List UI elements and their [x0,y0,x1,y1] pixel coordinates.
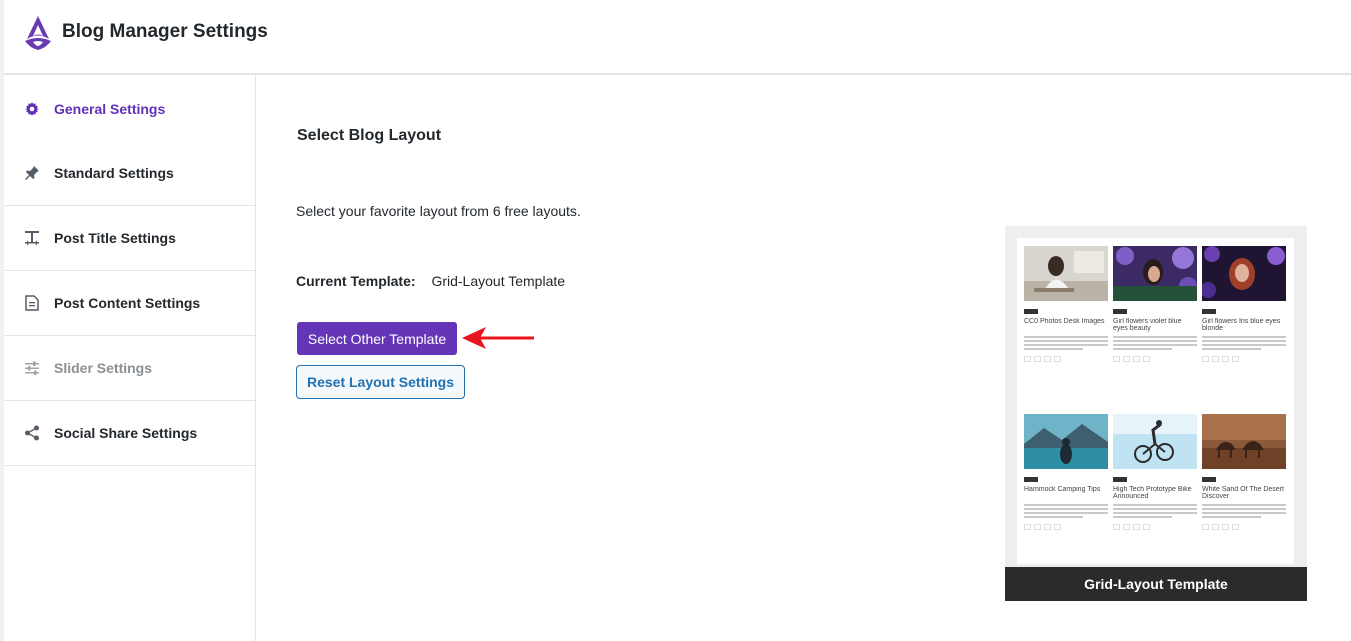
category-badge [1024,477,1038,482]
layout-description: Select your favorite layout from 6 free … [296,203,581,219]
preview-card: Girl flowers violet blue eyes beauty [1113,246,1197,362]
bmx-jump-photo [1113,414,1197,469]
iris-flowers-girl-photo [1200,246,1286,301]
current-template-row: Current Template: Grid-Layout Template [296,273,565,289]
app-logo-icon [25,16,51,50]
share-icon [24,425,40,441]
violet-flowers-girl-photo [1113,246,1197,301]
sidebar-item-label: Post Title Settings [54,230,176,246]
lake-mountains-photo [1024,414,1108,469]
social-icons [1202,356,1286,362]
card-title: Girl flowers violet blue eyes beauty [1113,318,1182,332]
category-badge [1113,477,1127,482]
sidebar-item-standard-settings[interactable]: Standard Settings [4,141,255,206]
card-title: Hammock Camping Tips [1024,486,1101,493]
sidebar-item-label: Post Content Settings [54,295,201,311]
preview-card: White Sand Of The Desert Discover [1202,414,1286,530]
excerpt-placeholder [1024,504,1108,518]
excerpt-placeholder [1202,504,1286,518]
social-icons [1113,356,1197,362]
desk-woman-photo [1024,246,1108,301]
sidebar-item-label: Standard Settings [54,165,174,181]
select-other-template-button[interactable]: Select Other Template [297,322,457,355]
settings-sidebar: General Settings Standard Settings Post … [4,76,256,641]
current-template-value: Grid-Layout Template [431,273,566,289]
social-icons [1113,524,1197,530]
template-caption: Grid-Layout Template [1005,567,1307,601]
preview-card: CC0 Photos Desk Images [1024,246,1108,362]
card-title: White Sand Of The Desert Discover [1202,486,1284,500]
preview-card: Girl flowers Iris blue eyes blonde [1200,246,1286,362]
app-header: Blog Manager Settings [4,0,1351,75]
gear-icon [24,101,40,117]
category-badge [1202,309,1216,314]
card-title: High Tech Prototype Bike Announced [1113,486,1192,500]
excerpt-placeholder [1202,336,1286,350]
social-icons [1202,524,1286,530]
excerpt-placeholder [1113,504,1197,518]
red-arrow-annotation-icon [462,327,534,349]
text-height-icon [24,230,40,246]
sidebar-item-label: Social Share Settings [54,425,198,441]
category-badge [1202,477,1216,482]
section-title: Select Blog Layout [297,127,442,144]
preview-card: Hammock Camping Tips [1024,414,1108,530]
main-content: Select Blog Layout Select your favorite … [256,76,1351,641]
app-title: Blog Manager Settings [62,21,268,42]
template-preview[interactable]: CC0 Photos Desk Images Girl flowers viol… [1005,226,1307,601]
desert-camels-photo [1202,414,1286,469]
category-badge [1113,309,1127,314]
sidebar-item-label: Slider Settings [54,360,153,376]
template-preview-thumbnail: CC0 Photos Desk Images Girl flowers viol… [1017,238,1294,564]
sidebar-item-slider-settings[interactable]: Slider Settings [4,336,255,401]
card-title: CC0 Photos Desk Images [1024,318,1105,325]
social-icons [1024,356,1108,362]
current-template-label: Current Template: [296,273,416,289]
sidebar-item-label: General Settings [54,100,166,117]
sidebar-item-post-title-settings[interactable]: Post Title Settings [4,206,255,271]
excerpt-placeholder [1113,336,1197,350]
excerpt-placeholder [1024,336,1108,350]
sidebar-item-social-share-settings[interactable]: Social Share Settings [4,401,255,466]
category-badge [1024,309,1038,314]
document-icon [24,295,40,311]
thumbtack-icon [24,165,40,181]
sliders-icon [24,360,40,376]
social-icons [1024,524,1108,530]
reset-layout-settings-button[interactable]: Reset Layout Settings [296,365,465,399]
sidebar-item-post-content-settings[interactable]: Post Content Settings [4,271,255,336]
card-title: Girl flowers Iris blue eyes blonde [1202,318,1281,332]
preview-card: High Tech Prototype Bike Announced [1113,414,1197,530]
sidebar-item-general-settings[interactable]: General Settings [4,76,255,141]
